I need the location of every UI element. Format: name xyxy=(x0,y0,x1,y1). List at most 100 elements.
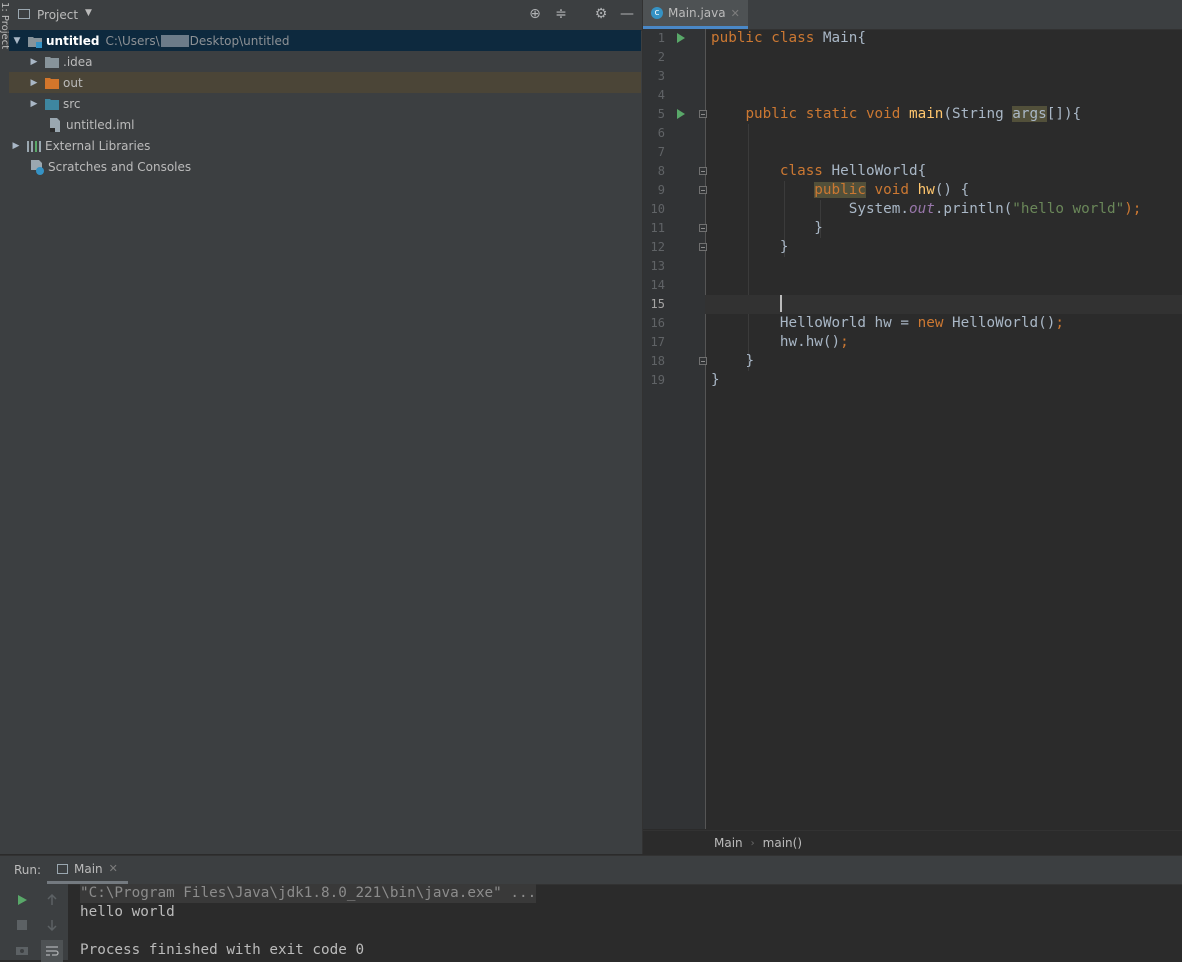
line-number: 16 xyxy=(650,316,665,330)
module-file-icon xyxy=(50,117,60,132)
chevron-right-icon[interactable]: ▶ xyxy=(29,78,39,88)
editor: c Main.java ✕ 1 2 3 4 5 6 7 8 9 10 11 12 13 14 15 16 17 1… xyxy=(643,0,1182,855)
tree-item-label: .idea xyxy=(63,54,93,69)
tree-item-label: out xyxy=(63,75,83,90)
tree-item-external-libraries[interactable]: ▶ External Libraries xyxy=(9,135,641,156)
run-label: Run: xyxy=(14,863,42,877)
tree-item-scratches[interactable]: Scratches and Consoles xyxy=(9,156,641,177)
chevron-right-icon[interactable]: ▶ xyxy=(11,141,21,151)
console-output-line: hello world xyxy=(80,904,175,920)
run-panel: Run: Main ✕ "C:\Program Files\Java\jdk1.… xyxy=(0,855,1182,962)
tree-item-label: untitled.iml xyxy=(66,117,135,132)
line-number: 9 xyxy=(657,183,665,197)
console-exit-line: Process finished with exit code 0 xyxy=(80,942,365,958)
arrow-down-icon[interactable] xyxy=(44,917,60,933)
tree-item-label: Scratches and Consoles xyxy=(48,159,192,174)
code-line-11: } xyxy=(814,220,823,236)
locate-file-icon[interactable]: ⊕ xyxy=(526,5,544,23)
line-number: 7 xyxy=(657,145,665,159)
line-number: 2 xyxy=(657,50,665,64)
arrow-up-icon[interactable] xyxy=(44,892,60,908)
line-number: 5 xyxy=(657,107,665,121)
run-tab-main[interactable]: Main ✕ xyxy=(47,856,128,884)
chevron-down-icon[interactable]: ▼ xyxy=(12,36,22,46)
run-panel-header: Run: Main ✕ xyxy=(0,856,1182,885)
tree-item-label: src xyxy=(63,96,81,111)
line-number: 19 xyxy=(650,373,665,387)
tree-item-iml[interactable]: untitled.iml xyxy=(9,114,641,135)
tree-item-out[interactable]: ▶ out xyxy=(9,72,641,93)
tree-item-root[interactable]: ▼ untitled C:\Users\ Desktop\untitled xyxy=(9,30,641,51)
project-view-title[interactable]: Project xyxy=(37,8,78,22)
console-icon xyxy=(57,863,68,874)
code-line-16: HelloWorld hw = new HelloWorld(); xyxy=(779,315,1064,331)
line-number: 14 xyxy=(650,278,665,292)
tab-label: Main.java xyxy=(668,6,726,20)
project-panel: Project ▼ ⊕ ≑ ⚙ — ▼ untitled C:\Users\ De… xyxy=(9,0,643,854)
root-name: untitled xyxy=(46,33,100,48)
stop-icon[interactable] xyxy=(14,917,30,933)
close-icon[interactable]: ✕ xyxy=(731,7,740,20)
run-tab-label: Main xyxy=(74,861,103,876)
project-panel-toolbar: ⊕ ≑ ⚙ — xyxy=(526,5,636,23)
folder-icon xyxy=(45,56,59,68)
code-line-15 xyxy=(705,295,1182,314)
run-gutter-icon[interactable] xyxy=(677,109,685,119)
project-panel-header: Project ▼ ⊕ ≑ ⚙ — xyxy=(9,0,642,31)
run-gutter-icon[interactable] xyxy=(677,33,685,43)
editor-gutter[interactable]: 1 2 3 4 5 6 7 8 9 10 11 12 13 14 15 16 17 18 19 xyxy=(643,29,707,829)
code-line-1: public class Main{ xyxy=(711,30,866,46)
hide-panel-icon[interactable]: — xyxy=(618,5,636,23)
tab-main-java[interactable]: c Main.java ✕ xyxy=(643,0,748,29)
code-line-8: class HelloWorld{ xyxy=(779,163,927,179)
source-folder-icon xyxy=(45,98,59,110)
line-number: 8 xyxy=(657,164,665,178)
camera-icon[interactable] xyxy=(14,942,30,958)
line-number: 17 xyxy=(650,335,665,349)
excluded-folder-icon xyxy=(45,77,59,89)
libraries-icon xyxy=(27,140,41,152)
line-number: 10 xyxy=(650,202,665,216)
code-line-9: public void hw() { xyxy=(814,182,970,198)
breadcrumb-item-method[interactable]: main() xyxy=(763,836,802,850)
code-line-17: hw.hw(); xyxy=(779,334,849,350)
redacted-mask xyxy=(160,34,189,47)
code-line-12: } xyxy=(779,239,789,255)
console-command-line: "C:\Program Files\Java\jdk1.8.0_221\bin\… xyxy=(80,884,537,903)
tree-item-label: External Libraries xyxy=(45,138,151,153)
breadcrumb-separator-icon: › xyxy=(750,837,755,849)
code-area[interactable]: public class Main{ public static void ma… xyxy=(705,29,1182,829)
chevron-right-icon[interactable]: ▶ xyxy=(29,57,39,67)
breadcrumb: Main › main() xyxy=(643,830,1182,855)
tree-item-idea[interactable]: ▶ .idea xyxy=(9,51,641,72)
code-line-18: } xyxy=(745,353,755,369)
line-number: 11 xyxy=(650,221,665,235)
java-class-icon: c xyxy=(651,7,663,19)
gear-icon[interactable]: ⚙ xyxy=(592,5,610,23)
run-toolbar xyxy=(0,884,68,962)
root-path: C:\Users\ Desktop\untitled xyxy=(105,33,290,48)
line-number: 12 xyxy=(650,240,665,254)
collapse-all-icon[interactable]: ≑ xyxy=(552,5,570,23)
editor-tabs: c Main.java ✕ xyxy=(643,0,1182,30)
module-folder-icon xyxy=(28,36,42,48)
line-number: 15 xyxy=(650,297,665,311)
line-number: 1 xyxy=(657,31,665,45)
line-number: 6 xyxy=(657,126,665,140)
code-line-5: public static void main(String args[]){ xyxy=(745,106,1082,122)
chevron-right-icon[interactable]: ▶ xyxy=(29,99,39,109)
project-view-icon xyxy=(18,9,30,19)
close-icon[interactable]: ✕ xyxy=(109,862,118,875)
breadcrumb-item-main[interactable]: Main xyxy=(714,836,743,850)
line-number: 4 xyxy=(657,88,665,102)
line-number: 3 xyxy=(657,69,665,83)
tree-item-src[interactable]: ▶ src xyxy=(9,93,641,114)
line-number: 13 xyxy=(650,259,665,273)
code-line-19: } xyxy=(711,372,720,388)
text-cursor xyxy=(779,295,782,312)
chevron-down-icon[interactable]: ▼ xyxy=(85,8,92,18)
line-number: 18 xyxy=(650,354,665,368)
code-line-10: System.out.println("hello world"); xyxy=(848,201,1142,217)
rerun-icon[interactable] xyxy=(14,892,30,908)
scratches-icon xyxy=(31,159,44,175)
